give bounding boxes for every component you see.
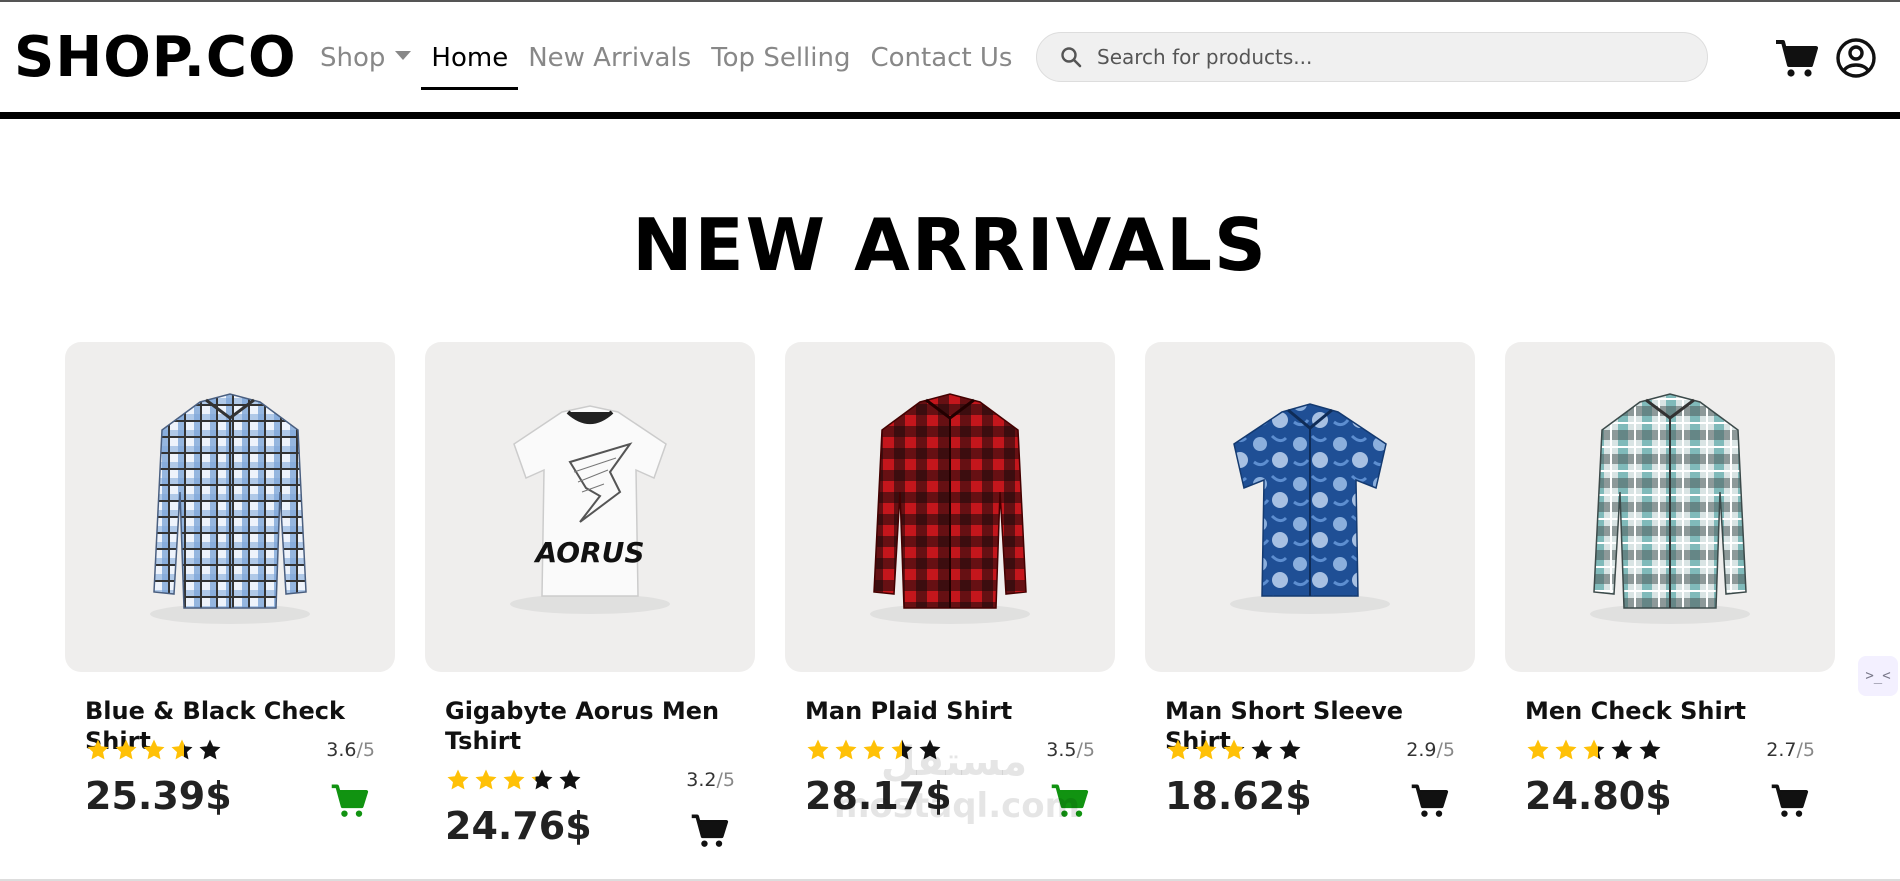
shirt-image — [1590, 393, 1750, 624]
nav-item-label: Top Selling — [711, 43, 851, 73]
watermark-text: mostaql.com — [834, 786, 1081, 826]
search-icon — [1061, 47, 1082, 68]
rating-max: /5 — [1076, 739, 1096, 761]
site-header: SHOP.CO Shop Home New Arrivals Top Selli… — [0, 2, 1900, 112]
add-to-cart-icon[interactable] — [689, 810, 729, 850]
rating-score: 2.7/5 — [1766, 739, 1815, 761]
nav-item-label: Contact Us — [870, 43, 1013, 73]
nav-item-home[interactable]: Home — [421, 38, 518, 90]
star-icon — [1639, 739, 1661, 760]
rating-value: 3.6 — [326, 739, 357, 761]
star-icon — [475, 769, 497, 790]
tshirt-image: AORUS — [510, 405, 670, 614]
rating-value: 2.9 — [1406, 739, 1437, 761]
product-price: 25.39$ — [85, 774, 232, 818]
rating-stars — [1165, 738, 1305, 762]
watermark-logo-text: مستقل — [880, 739, 1028, 785]
nav-item-contact-us[interactable]: Contact Us — [870, 38, 1012, 78]
nav-item-top-selling[interactable]: Top Selling — [711, 38, 850, 78]
add-to-cart-icon[interactable] — [329, 780, 369, 820]
star-icon — [1527, 739, 1549, 760]
rating-stars — [445, 768, 585, 792]
rating-score: 3.2/5 — [686, 769, 735, 791]
side-widget-icon[interactable]: >_< — [1858, 656, 1898, 696]
product-image[interactable] — [785, 342, 1115, 672]
shirt-image — [1230, 403, 1390, 614]
rating-max: /5 — [1796, 739, 1816, 761]
nav-item-shop[interactable]: Shop — [320, 38, 412, 78]
product-card[interactable]: Blue & Black Check Shirt 3.6/5 25.39$ — [65, 342, 395, 881]
rating-value: 3.2 — [686, 769, 717, 791]
star-icon — [1279, 739, 1301, 760]
site-logo[interactable]: SHOP.CO — [14, 26, 297, 90]
shirt-image — [150, 393, 310, 624]
rating-max: /5 — [1436, 739, 1456, 761]
product-name[interactable]: Men Check Shirt — [1525, 696, 1825, 726]
product-image[interactable] — [1505, 342, 1835, 672]
nav-item-label: Shop — [320, 43, 386, 73]
tshirt-print-text: AORUS — [533, 536, 644, 569]
product-price: 24.76$ — [445, 804, 592, 848]
product-name[interactable]: Man Plaid Shirt — [805, 696, 1105, 726]
rating-stars — [1525, 738, 1665, 762]
product-price: 18.62$ — [1165, 774, 1312, 818]
star-icon — [171, 739, 193, 760]
product-image[interactable] — [1145, 342, 1475, 672]
rating-score: 3.6/5 — [326, 739, 375, 761]
product-image[interactable]: AORUS — [425, 342, 755, 672]
star-icon — [1195, 739, 1217, 760]
star-icon — [115, 739, 137, 760]
cart-icon[interactable] — [1774, 36, 1818, 80]
star-icon — [87, 739, 109, 760]
user-circle-icon[interactable] — [1834, 36, 1878, 80]
product-price: 24.80$ — [1525, 774, 1672, 818]
product-image[interactable] — [65, 342, 395, 672]
product-card[interactable]: Man Short Sleeve Shirt 2.9/5 18.62$ — [1145, 342, 1475, 881]
product-card[interactable]: Men Check Shirt 2.7/5 24.80$ — [1505, 342, 1835, 881]
star-icon — [1167, 739, 1189, 760]
star-icon — [1555, 739, 1577, 760]
shirt-image — [870, 393, 1030, 624]
product-card[interactable]: AORUS Gigabyte Aorus Men Tshirt 3.2/5 24… — [425, 342, 755, 881]
star-icon — [559, 769, 581, 790]
rating-max: /5 — [356, 739, 376, 761]
product-rating: 3.2/5 — [445, 768, 735, 792]
product-rating: 2.9/5 — [1165, 738, 1455, 762]
rating-value: 2.7 — [1766, 739, 1797, 761]
star-icon — [1223, 739, 1245, 760]
nav-item-label: New Arrivals — [528, 43, 692, 73]
star-icon — [531, 769, 553, 790]
rating-score: 2.9/5 — [1406, 739, 1455, 761]
search-bar — [1036, 32, 1708, 82]
rating-stars — [85, 738, 225, 762]
star-icon — [143, 739, 165, 760]
product-rating: 3.6/5 — [85, 738, 375, 762]
watermark: مستقل mostaql.com — [834, 739, 1081, 828]
add-to-cart-icon[interactable] — [1409, 780, 1449, 820]
star-icon — [807, 739, 829, 760]
section-title: NEW ARRIVALS — [632, 203, 1268, 287]
search-input[interactable] — [1095, 44, 1679, 70]
add-to-cart-icon[interactable] — [1769, 780, 1809, 820]
product-rating: 2.7/5 — [1525, 738, 1815, 762]
star-icon — [503, 769, 525, 790]
header-divider — [0, 112, 1900, 119]
star-icon — [447, 769, 469, 790]
rating-max: /5 — [716, 769, 736, 791]
star-icon — [1611, 739, 1633, 760]
main-nav: Shop Home New Arrivals Top Selling Conta… — [320, 38, 1032, 90]
star-icon — [1583, 739, 1605, 760]
nav-item-new-arrivals[interactable]: New Arrivals — [528, 38, 691, 78]
product-name[interactable]: Gigabyte Aorus Men Tshirt — [445, 696, 745, 756]
chevron-down-icon — [395, 51, 412, 60]
star-icon — [199, 739, 221, 760]
star-icon — [1251, 739, 1273, 760]
nav-item-label: Home — [431, 43, 509, 73]
